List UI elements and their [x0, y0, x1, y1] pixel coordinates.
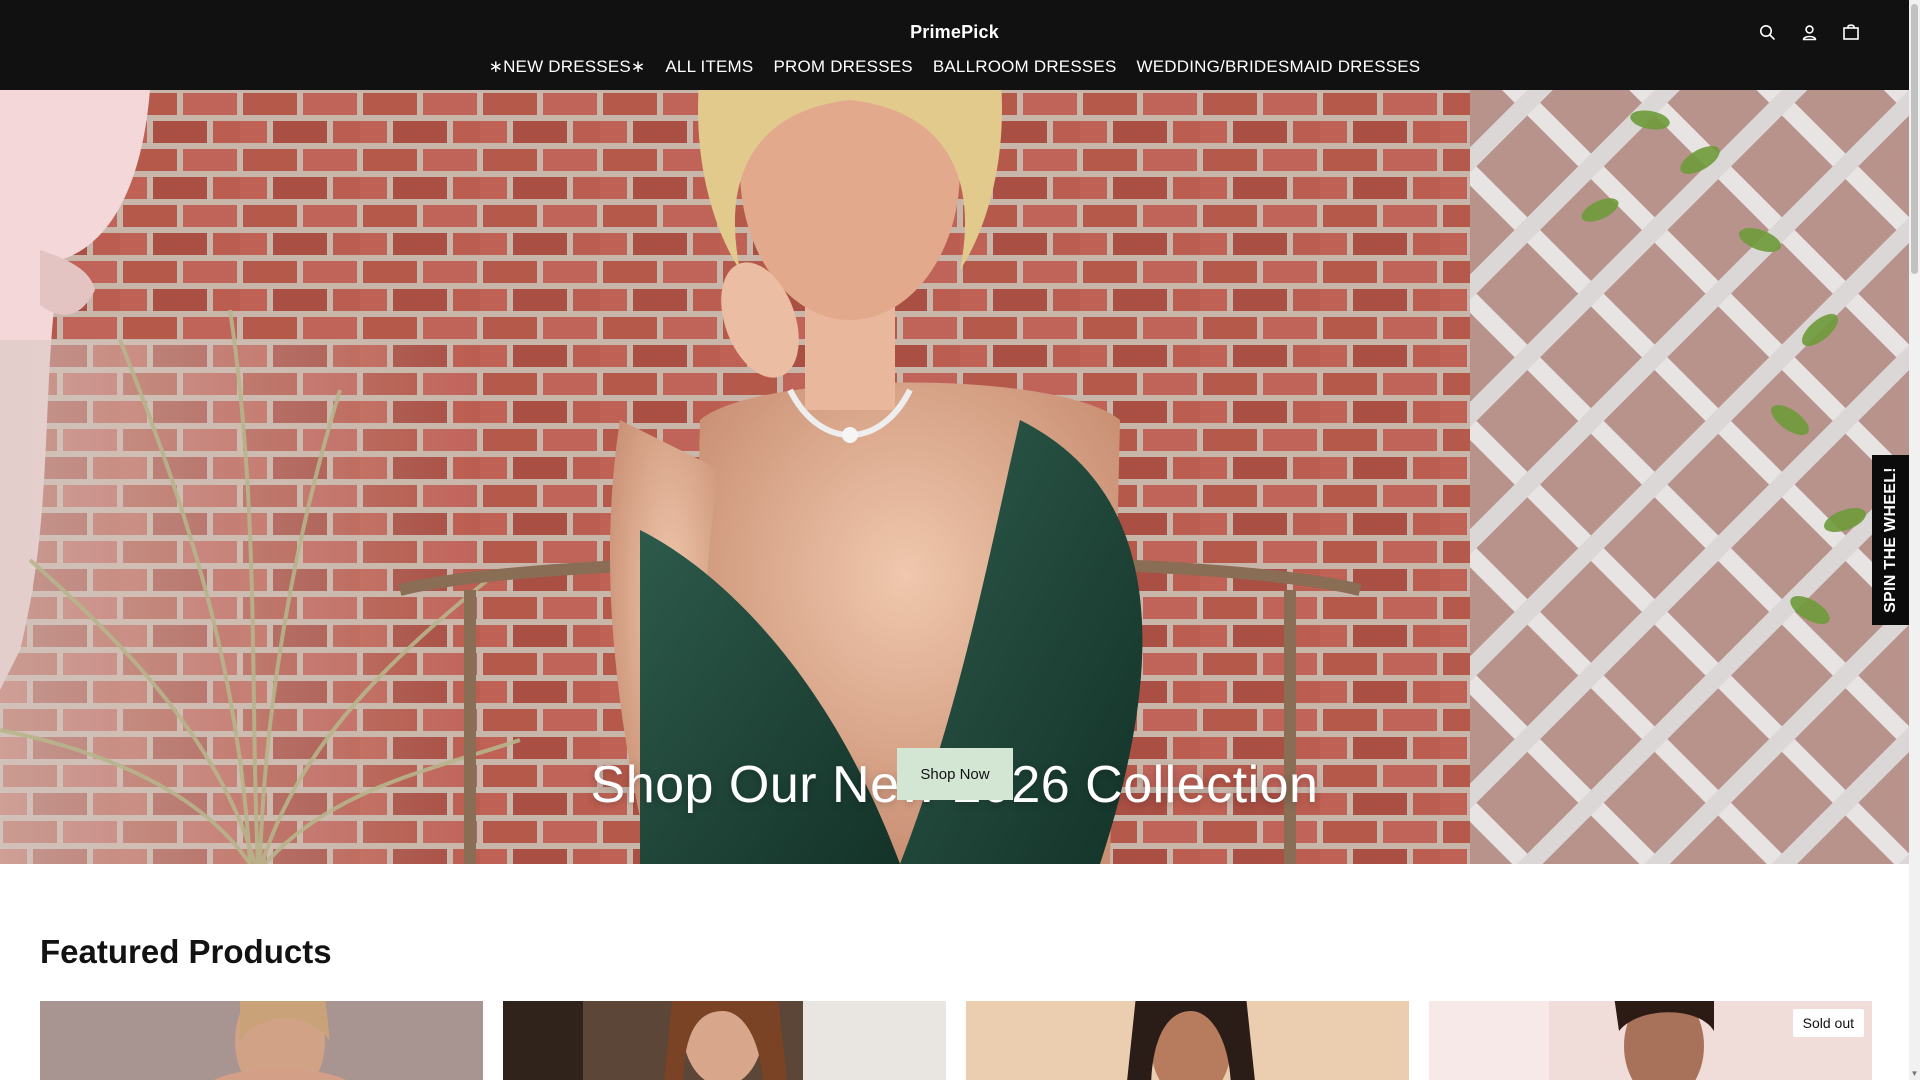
product-card[interactable]: Sold out	[1429, 1001, 1872, 1080]
page: PrimePick ∗NEW DRESSES∗ ALL ITEMS PROM D…	[0, 0, 1909, 1080]
product-image	[40, 1001, 483, 1080]
cart-icon[interactable]	[1841, 22, 1861, 42]
product-image	[966, 1001, 1409, 1080]
product-card[interactable]	[503, 1001, 946, 1080]
nav-item-prom-dresses[interactable]: PROM DRESSES	[773, 57, 912, 77]
search-icon[interactable]	[1757, 22, 1777, 42]
header-actions	[1757, 22, 1861, 42]
main-nav: ∗NEW DRESSES∗ ALL ITEMS PROM DRESSES BAL…	[0, 57, 1909, 77]
spin-the-wheel-label: SPIN THE WHEEL!	[1881, 467, 1899, 613]
nav-item-ballroom-dresses[interactable]: BALLROOM DRESSES	[933, 57, 1117, 77]
account-icon[interactable]	[1799, 22, 1819, 42]
site-header: PrimePick ∗NEW DRESSES∗ ALL ITEMS PROM D…	[0, 0, 1909, 90]
scroll-down-arrow-icon[interactable]: ▼	[1910, 1069, 1919, 1078]
brand-logo[interactable]: PrimePick	[0, 22, 1909, 43]
product-card[interactable]	[40, 1001, 483, 1080]
spin-the-wheel-tab[interactable]: SPIN THE WHEEL!	[1872, 455, 1909, 625]
featured-products-heading: Featured Products	[40, 933, 332, 970]
page-scrollbar[interactable]: ▼	[1909, 0, 1920, 1080]
sold-out-badge: Sold out	[1792, 1009, 1864, 1037]
nav-item-all-items[interactable]: ALL ITEMS	[665, 57, 753, 77]
nav-item-new-dresses[interactable]: ∗NEW DRESSES∗	[489, 57, 646, 77]
product-grid: Sold out	[40, 1001, 1872, 1080]
scrollbar-thumb[interactable]	[1911, 4, 1918, 274]
shop-now-button[interactable]: Shop Now	[897, 748, 1013, 800]
product-image	[503, 1001, 946, 1080]
nav-item-wedding-bridesmaid-dresses[interactable]: WEDDING/BRIDESMAID DRESSES	[1137, 57, 1421, 77]
product-card[interactable]	[966, 1001, 1409, 1080]
